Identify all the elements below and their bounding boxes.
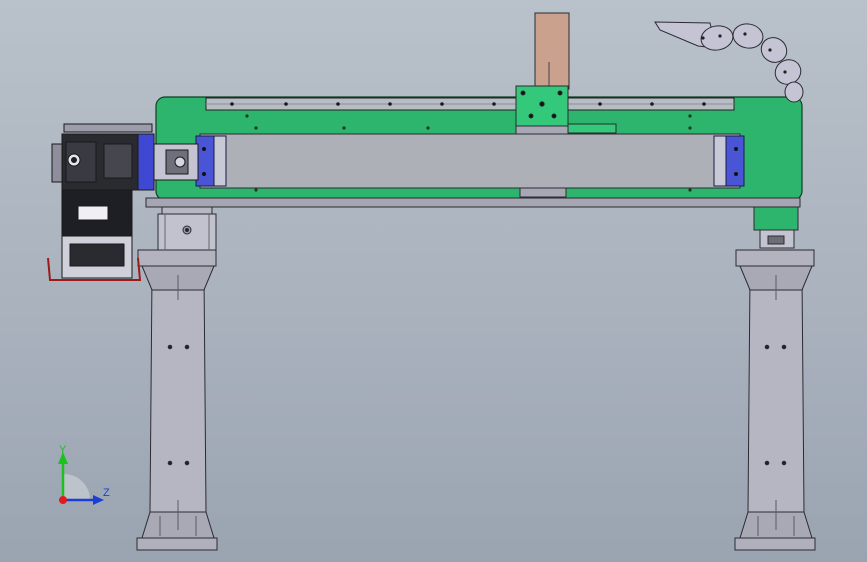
left-column-top-plate [137,249,217,267]
right-support-column[interactable] [734,249,816,551]
right-column-top-plate [735,249,815,267]
right-column-base-plate [734,537,816,551]
axis-x-dot [59,496,67,504]
left-slider-bracket[interactable] [157,201,217,251]
beam-bottom-plate [145,197,801,208]
right-column-body [747,274,805,513]
gantry-model[interactable]: Y Z [0,0,867,562]
gantry-beam[interactable] [145,96,803,208]
axis-z-label: Z [103,487,110,499]
left-column-base-plate [136,537,218,551]
axis-triad-icon: Y Z [58,444,110,505]
right-slider-block[interactable] [753,205,799,249]
left-support-column[interactable] [136,249,218,551]
beam-inner-panel [199,133,741,189]
carriage-side-plate [567,123,617,134]
cad-3d-viewport[interactable]: Y Z [0,0,867,562]
left-column-body [149,274,207,513]
z-column-post [534,12,570,90]
cable-chain[interactable] [654,21,805,103]
axis-y-label: Y [59,444,67,456]
